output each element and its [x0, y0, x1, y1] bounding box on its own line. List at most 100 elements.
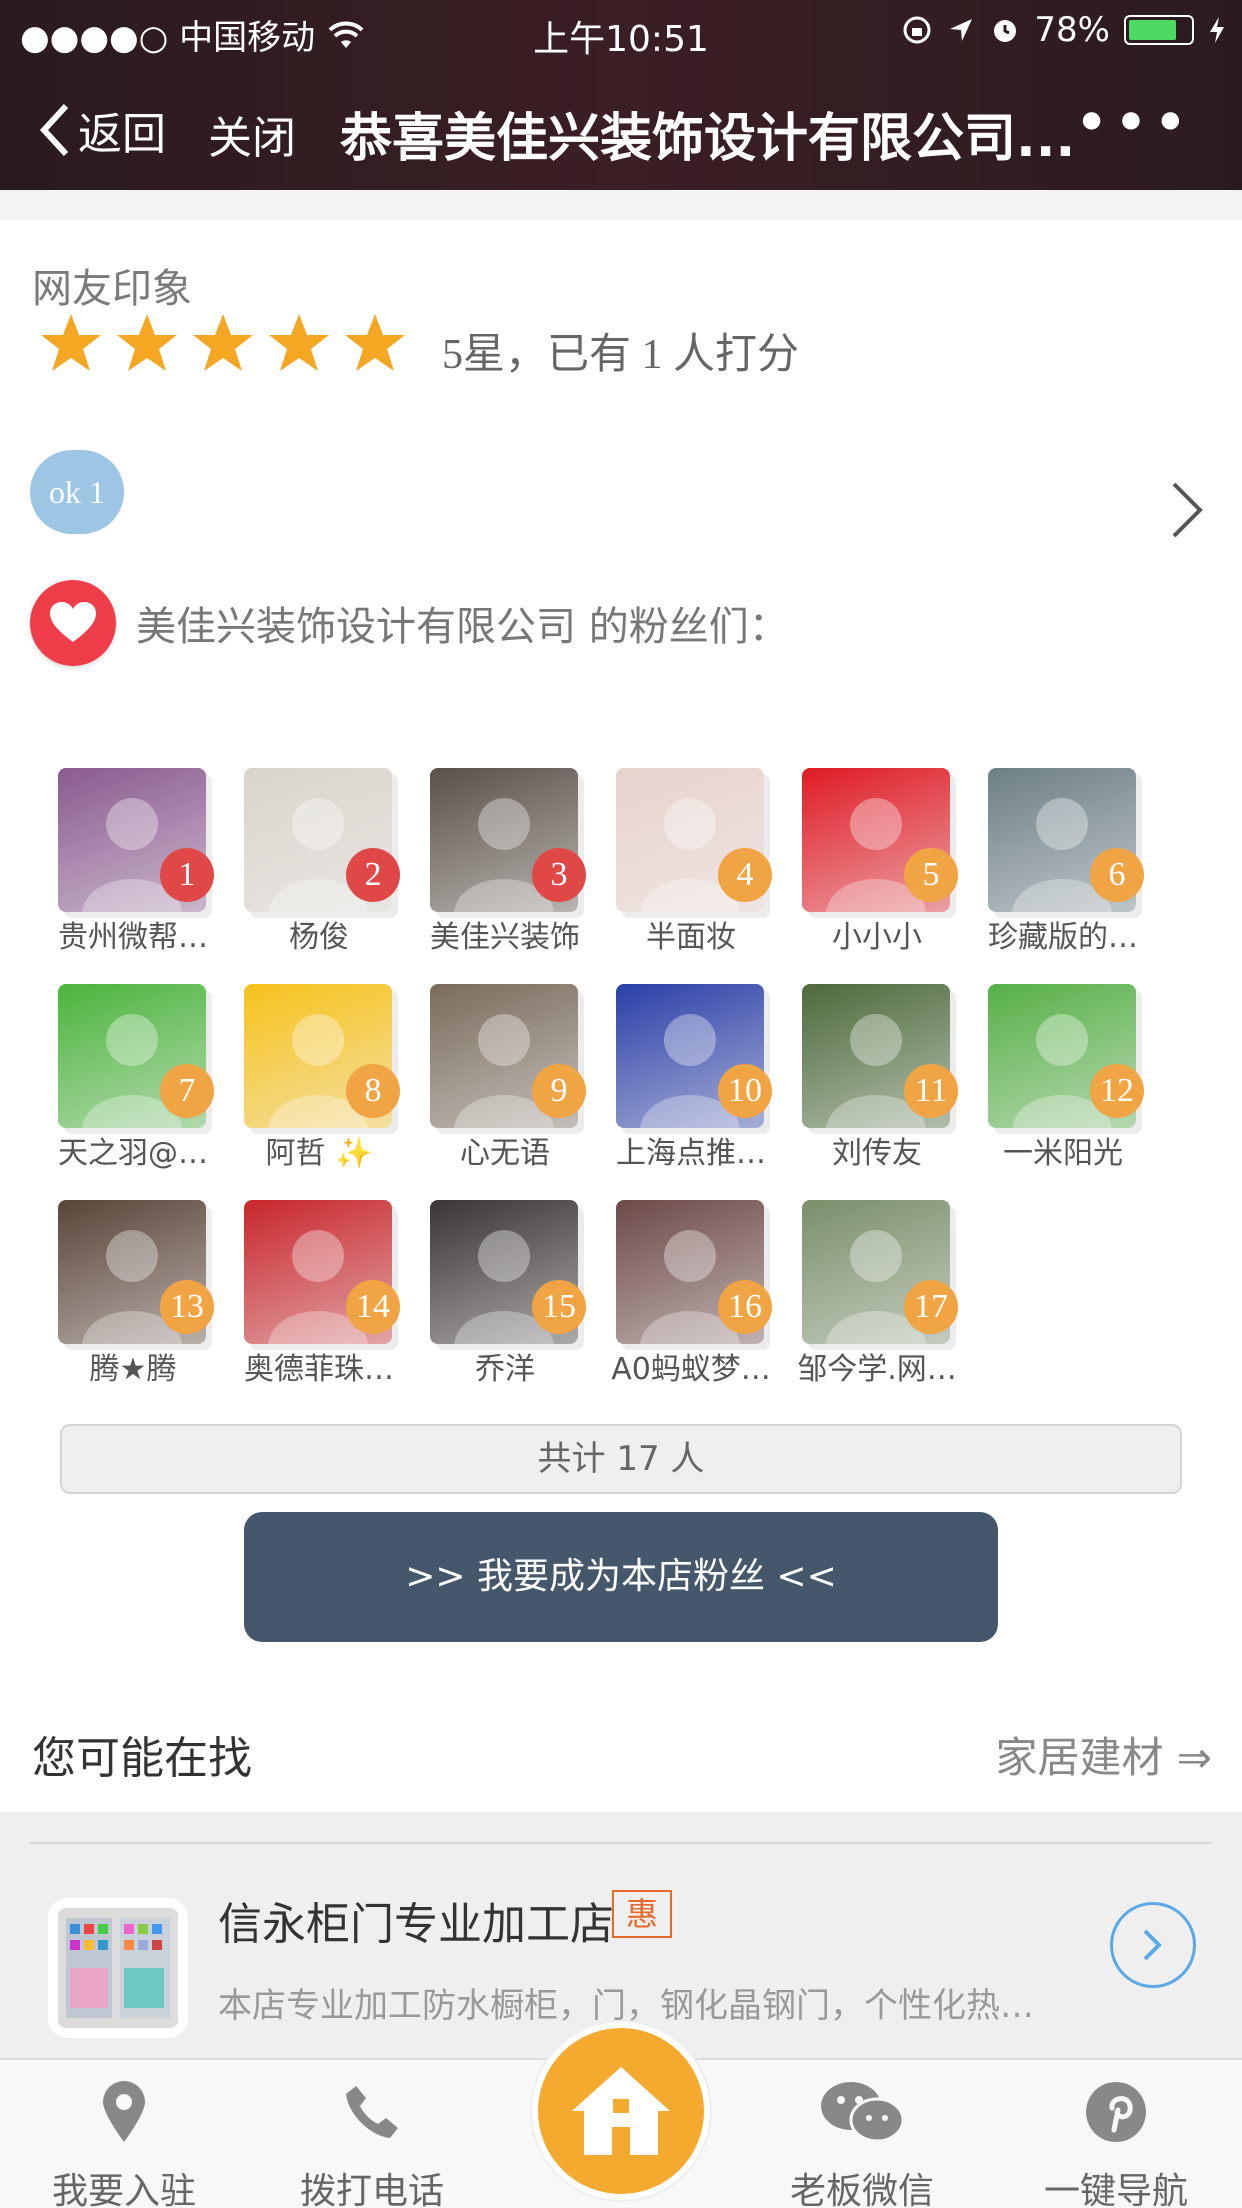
status-bar: ●●●●○ 中国移动 上午10:51 78% — [0, 0, 1242, 64]
fan-name: 贵州微帮… — [58, 920, 208, 955]
tab-label: 我要入驻 — [51, 2171, 196, 2208]
fan-item[interactable]: 2 杨俊 — [244, 768, 430, 968]
impression-tag[interactable]: ok 1 — [30, 450, 124, 534]
fan-item[interactable]: 16 A0蚂蚁梦… — [611, 1200, 802, 1400]
fan-name: 天之羽@… — [58, 1136, 208, 1171]
fan-item[interactable]: 6 珍藏版的… — [988, 768, 1174, 968]
fan-rank-badge: 10 — [718, 1064, 772, 1118]
battery-icon — [1124, 15, 1194, 45]
tab-join[interactable]: 我要入驻 — [24, 2076, 224, 2208]
phone-icon — [346, 2086, 398, 2138]
fan-rank-badge: 16 — [718, 1280, 772, 1334]
fan-name: 上海点推… — [616, 1136, 766, 1171]
rotation-lock-icon — [903, 16, 931, 44]
fans-header: 美佳兴装饰设计有限公司 的粉丝们： — [30, 580, 789, 666]
fan-rank-badge: 8 — [346, 1064, 400, 1118]
fan-item[interactable]: 15 乔洋 — [430, 1200, 616, 1400]
alarm-icon — [994, 20, 1017, 42]
fan-rank-badge: 5 — [904, 848, 958, 902]
store-description: 本店专业加工防水橱柜，门，钢化晶钢门，个性化热… — [218, 1986, 1034, 2026]
tab-label: 一键导航 — [1043, 2171, 1188, 2208]
charging-icon — [1210, 17, 1224, 43]
fan-item[interactable]: 9 心无语 — [430, 984, 616, 1184]
fan-item[interactable]: 10 上海点推… — [616, 984, 802, 1184]
close-button[interactable]: 关闭 — [208, 102, 296, 166]
fan-rank-badge: 17 — [904, 1280, 958, 1334]
top-bar: ●●●●○ 中国移动 上午10:51 78% 返回 关闭 恭喜美佳兴装饰设计有限… — [0, 0, 1242, 190]
fan-item[interactable]: 4 半面妆 — [616, 768, 802, 968]
star-icon — [41, 314, 101, 371]
chevron-right-circle-icon — [1143, 1929, 1162, 1961]
page-title: 恭喜美佳兴装饰设计有限公司... — [340, 109, 1076, 169]
back-label: 返回 — [78, 109, 166, 160]
tab-call[interactable]: 拨打电话 — [272, 2076, 472, 2208]
category-link[interactable]: 家居建材 ⇒ — [995, 1724, 1212, 1785]
fan-name: 邹今学.网… — [797, 1352, 957, 1387]
fan-name: 半面妆 — [646, 920, 736, 955]
fan-name: 乔洋 — [475, 1352, 535, 1387]
tab-wechat[interactable]: 老板微信 — [762, 2076, 962, 2208]
store-thumbnail[interactable] — [48, 1898, 188, 2038]
fan-rank-badge: 3 — [532, 848, 586, 902]
tab-navigate[interactable]: 一键导航 — [1016, 2076, 1216, 2208]
fans-total: 共计 17 人 — [60, 1424, 1182, 1494]
star-icon — [345, 314, 405, 371]
location-pin-icon — [103, 2081, 145, 2142]
home-icon — [572, 2067, 670, 2155]
divider — [30, 1842, 1212, 1844]
nav-bar: 返回 关闭 恭喜美佳兴装饰设计有限公司... ••• — [0, 80, 1242, 180]
wechat-icon — [821, 2082, 905, 2143]
back-button[interactable]: 返回 — [40, 98, 166, 162]
fan-name: 杨俊 — [289, 920, 349, 955]
fan-name: 腾★腾 — [89, 1352, 177, 1387]
fan-item[interactable]: 8 阿哲 ✨ — [244, 984, 430, 1184]
fan-rank-badge: 6 — [1090, 848, 1144, 902]
fan-item[interactable]: 14 奥德菲珠… — [244, 1200, 430, 1400]
fan-item[interactable]: 13 腾★腾 — [58, 1200, 244, 1400]
fan-item[interactable]: 5 小小小 — [802, 768, 988, 968]
fan-item[interactable]: 7 天之羽@… — [58, 984, 244, 1184]
location-arrow-icon — [950, 19, 973, 41]
fan-name: 一米阳光 — [1003, 1136, 1123, 1171]
fan-item[interactable]: 11 刘传友 — [802, 984, 988, 1184]
fan-name: 奥德菲珠… — [244, 1352, 394, 1387]
divider-band — [0, 190, 1242, 220]
home-button[interactable] — [532, 2022, 710, 2200]
fan-rank-badge: 13 — [160, 1280, 214, 1334]
suggest-title: 您可能在找 — [32, 1733, 252, 1784]
tab-label: 老板微信 — [789, 2171, 934, 2208]
chevron-left-icon — [40, 103, 69, 157]
discount-tag: 惠 — [612, 1890, 672, 1938]
store-open-button[interactable] — [1110, 1902, 1196, 1988]
pinterest-nav-icon — [1086, 2082, 1146, 2142]
fan-rank-badge: 12 — [1090, 1064, 1144, 1118]
heart-icon — [30, 580, 116, 666]
fan-item[interactable]: 17 邹今学.网… — [797, 1200, 988, 1400]
fan-rank-badge: 11 — [904, 1064, 958, 1118]
fan-name: 刘传友 — [832, 1136, 922, 1171]
become-fan-button[interactable]: >> 我要成为本店粉丝 << — [244, 1512, 998, 1642]
fan-rank-badge: 14 — [346, 1280, 400, 1334]
star-rating — [40, 312, 406, 374]
fan-rank-badge: 1 — [160, 848, 214, 902]
more-menu-button[interactable]: ••• — [1074, 88, 1192, 158]
store-name[interactable]: 信永柜门专业加工店 — [218, 1888, 614, 1952]
fan-rank-badge: 9 — [532, 1064, 586, 1118]
fan-name: 小小小 — [832, 920, 922, 955]
fan-item[interactable]: 1 贵州微帮… — [58, 768, 244, 968]
fan-item[interactable]: 3 美佳兴装饰 — [430, 768, 616, 968]
star-icon — [193, 314, 253, 371]
fan-item[interactable]: 12 一米阳光 — [988, 984, 1174, 1184]
fan-rank-badge: 15 — [532, 1280, 586, 1334]
fan-name: A0蚂蚁梦… — [611, 1352, 771, 1387]
tab-label: 拨打电话 — [299, 2171, 444, 2208]
star-icon — [269, 314, 329, 371]
star-icon — [117, 314, 177, 371]
impression-title: 网友印象 — [32, 266, 192, 312]
chevron-right-icon[interactable] — [1170, 480, 1204, 540]
fan-name: 珍藏版的… — [988, 920, 1138, 955]
fan-rank-badge: 2 — [346, 848, 400, 902]
fan-name: 阿哲 ✨ — [265, 1136, 373, 1171]
fans-title: 美佳兴装饰设计有限公司 的粉丝们： — [136, 604, 789, 650]
rating-summary: 5星，已有 1 人打分 — [442, 332, 800, 378]
